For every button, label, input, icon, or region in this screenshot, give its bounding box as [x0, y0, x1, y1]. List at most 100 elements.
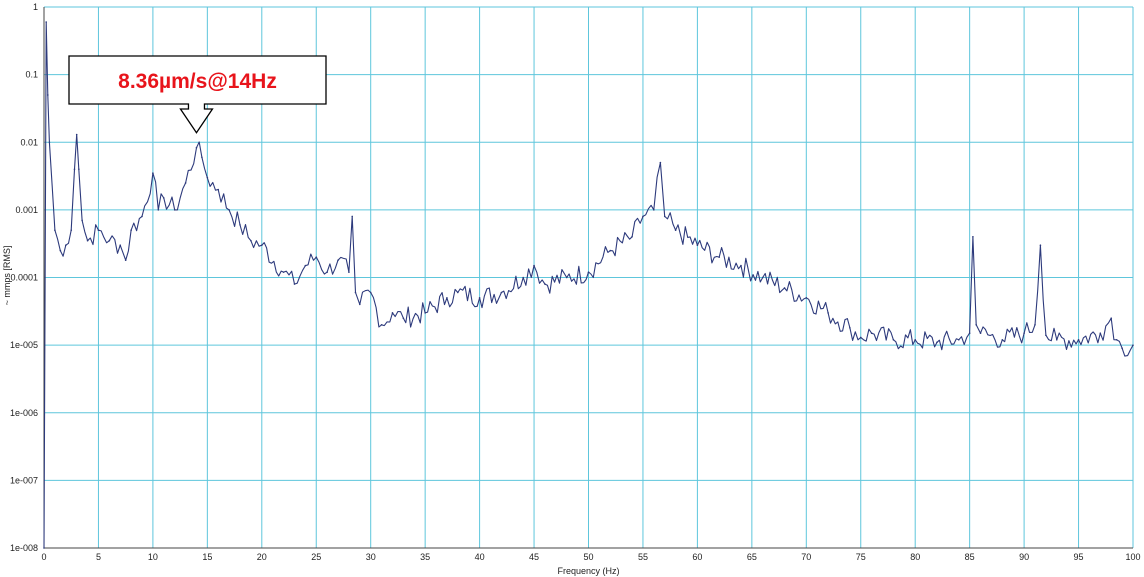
data-point [587, 271, 590, 273]
y-tick-label: 1 [33, 2, 38, 12]
data-point [293, 283, 296, 285]
data-point [282, 271, 285, 273]
data-point [1023, 332, 1025, 335]
x-tick-label: 85 [965, 552, 975, 562]
data-point [1115, 338, 1118, 341]
x-tick-label: 20 [257, 552, 267, 562]
x-tick-label: 45 [529, 552, 539, 562]
data-point [957, 338, 960, 341]
y-axis-ticks: 1 0.1 0.01 0.001 0.0001 1e-005 1e-006 1e-007 1e-… [10, 2, 38, 553]
annotation-label: 8.36µm/s@14Hz [118, 70, 277, 93]
x-tick-label: 35 [420, 552, 430, 562]
data-point [402, 317, 405, 320]
data-point [783, 287, 786, 289]
data-point [1001, 338, 1004, 341]
data-point [914, 338, 916, 341]
data-point [81, 219, 83, 222]
data-point [348, 271, 350, 273]
data-point [653, 209, 655, 211]
data-point [972, 235, 974, 238]
data-point [351, 215, 353, 218]
data-point [609, 249, 612, 252]
data-point [565, 276, 568, 279]
data-point [1121, 347, 1123, 350]
data-point [86, 239, 89, 242]
y-tick-label: 0.0001 [10, 273, 38, 283]
callout-box [68, 55, 327, 134]
data-point [870, 332, 873, 335]
x-axis-ticks: 0 5 10 15 20 25 30 35 40 45 50 55 60 65 70 75 80 85 90 95 10… [41, 552, 1140, 562]
data-point [70, 229, 73, 232]
data-point [315, 256, 318, 258]
data-point [369, 291, 372, 294]
data-point [391, 312, 394, 314]
data-point [304, 264, 307, 267]
x-tick-label: 75 [856, 552, 866, 562]
data-point [73, 168, 76, 170]
y-tick-label: 0.001 [15, 205, 38, 215]
data-point [761, 276, 764, 279]
x-tick-label: 70 [801, 552, 811, 562]
data-point [1034, 323, 1036, 326]
data-point [201, 156, 203, 159]
data-point [1099, 332, 1102, 335]
y-tick-label: 1e-007 [10, 475, 38, 485]
data-point [152, 172, 154, 174]
data-point [446, 297, 448, 299]
y-tick-label: 0.1 [25, 70, 38, 80]
data-point [1055, 338, 1058, 341]
data-point [141, 215, 143, 218]
data-point [457, 291, 459, 294]
data-point [975, 323, 977, 326]
data-point [78, 168, 80, 170]
data-point [674, 229, 677, 232]
data-point [696, 244, 699, 247]
data-point [43, 547, 45, 549]
data-point [354, 291, 357, 294]
data-point [631, 235, 633, 238]
data-point [849, 327, 851, 329]
y-axis-title: ~ mmps [RMS] [2, 246, 12, 306]
data-point [642, 215, 644, 218]
x-tick-label: 15 [202, 552, 212, 562]
spectrum-chart: 0 5 10 15 20 25 30 35 40 45 50 55 60 65 70 75 80 85 90 95 10… [2, 2, 1141, 576]
data-point [217, 188, 220, 191]
y-tick-label: 1e-006 [10, 408, 38, 418]
y-tick-label: 0.01 [20, 137, 38, 147]
data-point [97, 229, 100, 232]
data-point [659, 161, 662, 164]
data-point [424, 312, 426, 314]
data-point [805, 297, 808, 299]
data-point [75, 133, 78, 136]
data-point [1045, 334, 1047, 337]
data-point [108, 239, 111, 242]
data-point [54, 229, 56, 232]
data-point [718, 256, 720, 258]
data-point [478, 297, 481, 299]
data-point [359, 303, 361, 306]
x-tick-label: 40 [475, 552, 485, 562]
data-point [1077, 338, 1080, 341]
data-point [1039, 244, 1042, 247]
data-point [59, 249, 62, 252]
data-point [859, 336, 862, 339]
data-point [184, 182, 187, 184]
data-point [892, 338, 895, 341]
x-tick-label: 100 [1125, 552, 1140, 562]
data-point [533, 264, 535, 267]
data-point [326, 271, 328, 273]
data-point [130, 229, 132, 232]
data-point [522, 276, 524, 279]
x-axis-title: Frequency (Hz) [557, 566, 619, 576]
data-point [827, 312, 829, 314]
data-point [162, 197, 165, 199]
data-point [1132, 344, 1134, 346]
data-point [380, 323, 383, 326]
data-point [195, 146, 198, 149]
x-tick-label: 80 [910, 552, 920, 562]
data-point [64, 244, 67, 247]
data-point [239, 224, 241, 226]
data-point [663, 215, 666, 218]
data-point [500, 291, 503, 294]
data-point [968, 332, 971, 335]
